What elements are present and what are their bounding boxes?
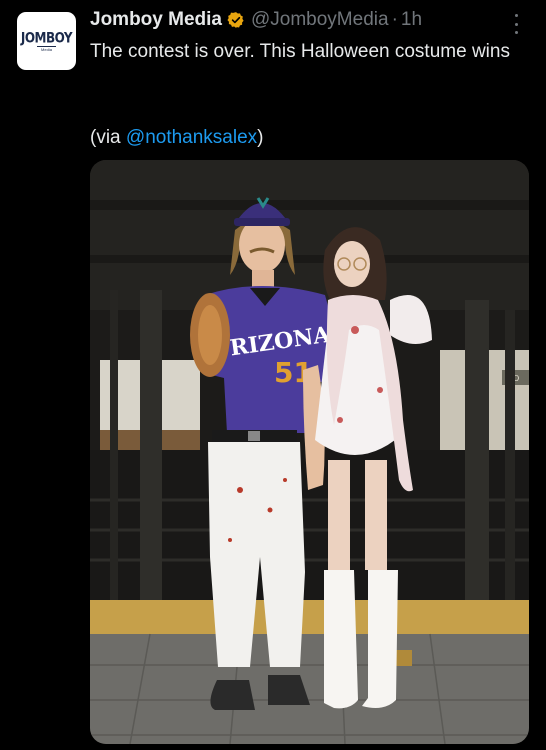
via-mention-link[interactable]: @nothanksalex: [126, 127, 257, 148]
tweet-via-line: (via @nothanksalex): [90, 125, 264, 151]
separator-dot: ·: [391, 9, 398, 30]
more-options-icon[interactable]: [510, 14, 522, 34]
author-avatar[interactable]: JOMBOY Media: [17, 12, 76, 70]
verified-badge-icon: [227, 12, 244, 28]
avatar-tagline: Media: [37, 45, 56, 52]
via-prefix: (via: [90, 127, 126, 148]
avatar-logo-text: JOMBOY: [20, 29, 73, 46]
author-name[interactable]: Jomboy Media: [90, 9, 222, 31]
costume-photo-illustration: ICO: [90, 160, 529, 744]
tweet-text: The contest is over. This Halloween cost…: [90, 41, 510, 62]
tweet-photo[interactable]: ICO: [90, 160, 529, 744]
tweet-timestamp[interactable]: 1h: [401, 9, 422, 31]
tweet-header: Jomboy Media @JomboyMedia · 1h: [90, 9, 422, 31]
author-handle[interactable]: @JomboyMedia: [251, 9, 389, 31]
via-suffix: ): [257, 127, 264, 148]
